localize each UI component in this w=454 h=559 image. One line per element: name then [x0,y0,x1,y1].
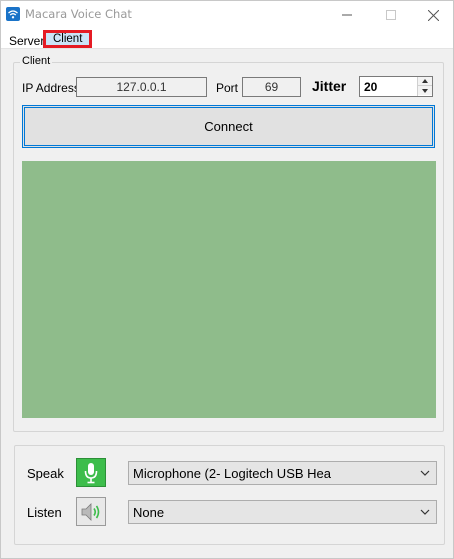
port-field[interactable]: 69 [242,77,301,97]
speak-label: Speak [27,466,64,481]
menu-client-highlight[interactable]: Client [43,30,92,48]
minimize-icon [342,14,352,16]
window-title: Macara Voice Chat [25,7,132,21]
listen-label: Listen [27,505,62,520]
port-label: Port [216,81,239,95]
menu-client[interactable]: Client [53,33,82,45]
maximize-icon [386,10,396,20]
client-group-legend: Client [20,55,53,67]
jitter-value[interactable]: 20 [364,80,377,94]
jitter-increment-button[interactable] [418,77,432,86]
app-wifi-icon [6,7,20,21]
speak-device-value: Microphone (2- Logitech USB Hea [133,465,331,481]
audio-group: Speak Microphone (2- Logitech USB Hea Li… [14,445,445,545]
ip-address-label: IP Address [22,81,80,95]
close-button[interactable] [411,1,454,29]
close-icon [427,9,439,21]
title-bar: Macara Voice Chat [1,1,453,29]
chevron-down-icon [420,470,430,476]
chevron-down-icon [420,509,430,515]
down-arrow-icon [422,88,428,93]
connect-button[interactable]: Connect [22,105,435,148]
jitter-stepper[interactable]: 20 [359,76,433,97]
menu-server[interactable]: Server [9,34,44,48]
listen-device-select[interactable]: None [128,500,437,524]
status-panel [22,161,436,418]
ip-address-field[interactable]: 127.0.0.1 [76,77,207,97]
speaker-icon [81,502,100,521]
listen-button[interactable] [76,497,106,526]
speak-device-select[interactable]: Microphone (2- Logitech USB Hea [128,461,437,485]
jitter-label: Jitter [312,78,347,94]
client-group: Client IP Address 127.0.0.1 Port 69 Jitt… [13,55,444,432]
jitter-stepper-buttons [417,77,432,96]
listen-device-value: None [133,504,165,520]
app-window: Macara Voice Chat Server Client Client I… [0,0,454,559]
maximize-button[interactable] [369,1,413,29]
microphone-icon [84,462,98,483]
jitter-decrement-button[interactable] [418,86,432,95]
up-arrow-icon [422,79,428,83]
speak-button[interactable] [76,458,106,487]
menu-bar: Server Client [1,29,453,49]
minimize-button[interactable] [325,1,369,29]
